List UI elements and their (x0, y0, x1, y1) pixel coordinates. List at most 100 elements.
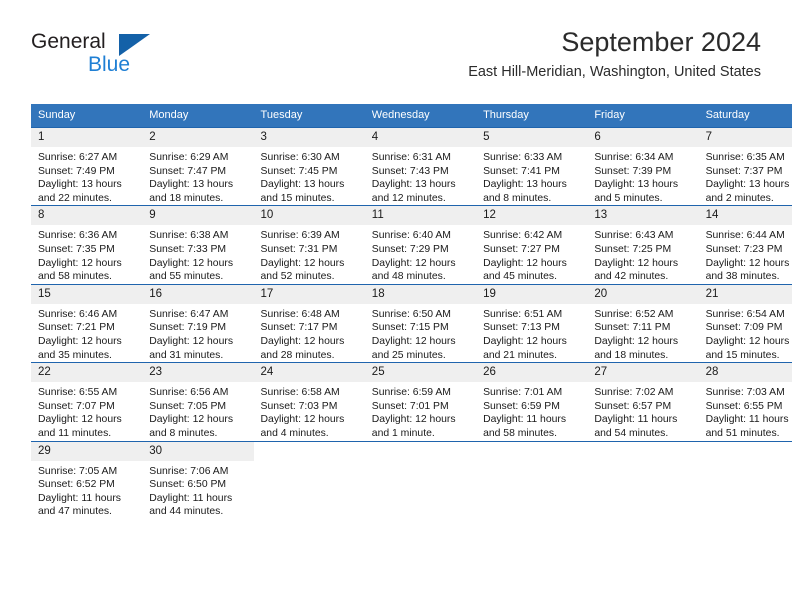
calendar-day-cell[interactable]: 17 Sunrise: 6:48 AM Sunset: 7:17 PM Dayligh… (253, 283, 365, 363)
calendar-day-cell[interactable]: 11 Sunrise: 6:40 AM Sunset: 7:29 PM Dayligh… (364, 205, 477, 285)
daylight-duration-line1: Daylight: 11 hours (38, 492, 121, 504)
day-info: Sunrise: 6:50 AM Sunset: 7:15 PM Daylight:… (365, 304, 476, 362)
calendar-week-row: 29 Sunrise: 7:05 AM Sunset: 6:52 PM Dayligh… (31, 440, 792, 519)
daylight-duration-line2: and 4 minutes. (260, 427, 329, 439)
day-cell-content: 24 Sunrise: 6:58 AM Sunset: 7:03 PM Dayligh… (253, 363, 365, 440)
day-info: Sunrise: 7:02 AM Sunset: 6:57 PM Daylight:… (587, 382, 698, 440)
calendar-day-cell[interactable]: 9 Sunrise: 6:38 AM Sunset: 7:33 PM Daylight… (142, 205, 254, 285)
calendar-day-cell[interactable]: 4 Sunrise: 6:31 AM Sunset: 7:43 PM Daylight… (364, 126, 477, 206)
calendar-day-cell[interactable]: 7 Sunrise: 6:35 AM Sunset: 7:37 PM Daylight… (698, 126, 792, 206)
day-info: Sunrise: 6:47 AM Sunset: 7:19 PM Daylight:… (142, 304, 253, 362)
calendar-day-cell[interactable]: 28 Sunrise: 7:03 AM Sunset: 6:55 PM Dayligh… (698, 362, 792, 441)
sunset-time: Sunset: 6:57 PM (594, 400, 672, 412)
day-cell-content: 1 Sunrise: 6:27 AM Sunset: 7:49 PM Daylight… (31, 128, 143, 205)
daylight-duration-line2: and 58 minutes. (483, 427, 557, 439)
day-cell-content: 12 Sunrise: 6:42 AM Sunset: 7:27 PM Dayligh… (476, 206, 588, 283)
sunrise-time: Sunrise: 6:34 AM (594, 152, 674, 163)
sunset-time: Sunset: 7:15 PM (371, 322, 449, 334)
calendar-day-cell[interactable]: 15 Sunrise: 6:46 AM Sunset: 7:21 PM Dayligh… (31, 283, 143, 363)
calendar-day-cell[interactable]: 19 Sunrise: 6:51 AM Sunset: 7:13 PM Dayligh… (476, 283, 588, 363)
sunrise-time: Sunrise: 6:27 AM (38, 152, 118, 163)
day-cell-content: 25 Sunrise: 6:59 AM Sunset: 7:01 PM Dayligh… (364, 363, 477, 440)
calendar-day-cell[interactable]: 12 Sunrise: 6:42 AM Sunset: 7:27 PM Dayligh… (476, 205, 588, 285)
sunset-time: Sunset: 7:07 PM (38, 400, 115, 412)
daylight-duration-line2: and 5 minutes. (594, 192, 663, 204)
day-cell-content: 29 Sunrise: 7:05 AM Sunset: 6:52 PM Dayligh… (31, 441, 143, 519)
day-cell-content (587, 441, 699, 519)
day-cell-content: 28 Sunrise: 7:03 AM Sunset: 6:55 PM Dayligh… (698, 363, 792, 440)
day-info: Sunrise: 6:54 AM Sunset: 7:09 PM Daylight:… (699, 304, 792, 362)
day-number: 21 (698, 284, 792, 304)
calendar-day-cell[interactable]: 3 Sunrise: 6:30 AM Sunset: 7:45 PM Daylight… (253, 126, 365, 206)
daylight-duration-line1: Daylight: 12 hours (38, 414, 122, 426)
calendar-day-cell[interactable]: 5 Sunrise: 6:33 AM Sunset: 7:41 PM Daylight… (476, 126, 588, 206)
sunset-time: Sunset: 7:13 PM (483, 322, 560, 334)
day-number: 9 (142, 206, 254, 226)
day-info: Sunrise: 7:01 AM Sunset: 6:59 PM Daylight:… (476, 382, 587, 440)
day-number: 24 (253, 363, 365, 383)
sunrise-time: Sunrise: 6:50 AM (371, 308, 451, 320)
brand-logo[interactable]: General Blue (31, 30, 231, 86)
calendar-day-cell-empty (476, 440, 588, 519)
daylight-duration-line1: Daylight: 12 hours (594, 257, 679, 269)
sunrise-time: Sunrise: 6:35 AM (705, 152, 785, 163)
calendar-day-cell[interactable]: 29 Sunrise: 7:05 AM Sunset: 6:52 PM Dayligh… (31, 440, 143, 519)
calendar-day-cell[interactable]: 10 Sunrise: 6:39 AM Sunset: 7:31 PM Dayligh… (253, 205, 365, 285)
daylight-duration-line2: and 18 minutes. (149, 192, 224, 204)
day-number: 30 (142, 441, 254, 461)
day-cell-content: 17 Sunrise: 6:48 AM Sunset: 7:17 PM Dayligh… (253, 284, 365, 362)
day-number: 25 (364, 363, 477, 383)
calendar-week-row: 15 Sunrise: 6:46 AM Sunset: 7:21 PM Dayligh… (31, 283, 792, 363)
calendar-day-cell[interactable]: 20 Sunrise: 6:52 AM Sunset: 7:11 PM Dayligh… (587, 283, 699, 363)
calendar-page: General Blue September 2024 East Hill-Me… (0, 0, 792, 612)
calendar-day-cell[interactable]: 30 Sunrise: 7:06 AM Sunset: 6:50 PM Dayligh… (142, 440, 254, 519)
sunset-time: Sunset: 6:59 PM (483, 400, 560, 412)
calendar-day-cell-empty (253, 440, 365, 519)
day-number: 16 (142, 284, 254, 304)
daylight-duration-line2: and 42 minutes. (594, 271, 669, 283)
daylight-duration-line1: Daylight: 11 hours (149, 492, 233, 504)
sunset-time: Sunset: 7:41 PM (483, 165, 560, 177)
calendar-day-cell[interactable]: 21 Sunrise: 6:54 AM Sunset: 7:09 PM Dayligh… (698, 283, 792, 363)
day-number: 1 (31, 128, 143, 147)
sunset-time: Sunset: 7:35 PM (38, 243, 115, 255)
weekday-header-thursday: Thursday (476, 104, 588, 128)
day-number: 8 (31, 206, 143, 226)
calendar-day-cell[interactable]: 24 Sunrise: 6:58 AM Sunset: 7:03 PM Dayligh… (253, 362, 365, 441)
calendar-day-cell[interactable]: 14 Sunrise: 6:44 AM Sunset: 7:23 PM Dayligh… (698, 205, 792, 285)
day-info: Sunrise: 6:48 AM Sunset: 7:17 PM Daylight:… (254, 304, 365, 362)
calendar-day-cell[interactable]: 25 Sunrise: 6:59 AM Sunset: 7:01 PM Dayligh… (364, 362, 477, 441)
calendar-day-cell[interactable]: 18 Sunrise: 6:50 AM Sunset: 7:15 PM Dayligh… (364, 283, 477, 363)
calendar-day-cell[interactable]: 1 Sunrise: 6:27 AM Sunset: 7:49 PM Daylight… (31, 126, 143, 206)
sunrise-time: Sunrise: 6:31 AM (371, 152, 451, 163)
day-info: Sunrise: 6:34 AM Sunset: 7:39 PM Daylight:… (587, 147, 698, 205)
calendar-day-cell[interactable]: 6 Sunrise: 6:34 AM Sunset: 7:39 PM Daylight… (587, 126, 699, 206)
calendar-day-cell[interactable]: 22 Sunrise: 6:55 AM Sunset: 7:07 PM Dayligh… (31, 362, 143, 441)
calendar-day-cell[interactable]: 26 Sunrise: 7:01 AM Sunset: 6:59 PM Dayligh… (476, 362, 588, 441)
day-number (698, 441, 792, 461)
calendar-day-cell[interactable]: 8 Sunrise: 6:36 AM Sunset: 7:35 PM Daylight… (31, 205, 143, 285)
sunset-time: Sunset: 7:19 PM (149, 322, 227, 334)
title-block: September 2024 East Hill-Meridian, Washi… (468, 26, 761, 82)
calendar-day-cell[interactable]: 23 Sunrise: 6:56 AM Sunset: 7:05 PM Dayligh… (142, 362, 254, 441)
calendar-day-cell[interactable]: 13 Sunrise: 6:43 AM Sunset: 7:25 PM Dayligh… (587, 205, 699, 285)
calendar-day-cell[interactable]: 16 Sunrise: 6:47 AM Sunset: 7:19 PM Dayligh… (142, 283, 254, 363)
day-info: Sunrise: 6:31 AM Sunset: 7:43 PM Daylight:… (365, 147, 476, 205)
day-info: Sunrise: 6:56 AM Sunset: 7:05 PM Daylight:… (142, 382, 253, 440)
day-number (587, 441, 699, 461)
day-number: 12 (476, 206, 588, 226)
calendar-week-row: 8 Sunrise: 6:36 AM Sunset: 7:35 PM Daylight… (31, 205, 792, 285)
daylight-duration-line2: and 51 minutes. (705, 427, 780, 439)
calendar-day-cell[interactable]: 2 Sunrise: 6:29 AM Sunset: 7:47 PM Daylight… (142, 126, 254, 206)
daylight-duration-line2: and 22 minutes. (38, 192, 112, 204)
day-number: 13 (587, 206, 699, 226)
day-info: Sunrise: 6:39 AM Sunset: 7:31 PM Daylight:… (254, 225, 365, 283)
day-cell-content: 22 Sunrise: 6:55 AM Sunset: 7:07 PM Dayligh… (31, 363, 143, 440)
day-number: 11 (364, 206, 477, 226)
daylight-duration-line1: Daylight: 13 hours (260, 179, 345, 191)
day-info: Sunrise: 6:35 AM Sunset: 7:37 PM Daylight:… (699, 147, 792, 205)
daylight-duration-line1: Daylight: 12 hours (149, 335, 234, 347)
day-info: Sunrise: 6:55 AM Sunset: 7:07 PM Daylight:… (31, 382, 142, 440)
calendar-day-cell[interactable]: 27 Sunrise: 7:02 AM Sunset: 6:57 PM Dayligh… (587, 362, 699, 441)
daylight-duration-line2: and 48 minutes. (371, 271, 446, 283)
